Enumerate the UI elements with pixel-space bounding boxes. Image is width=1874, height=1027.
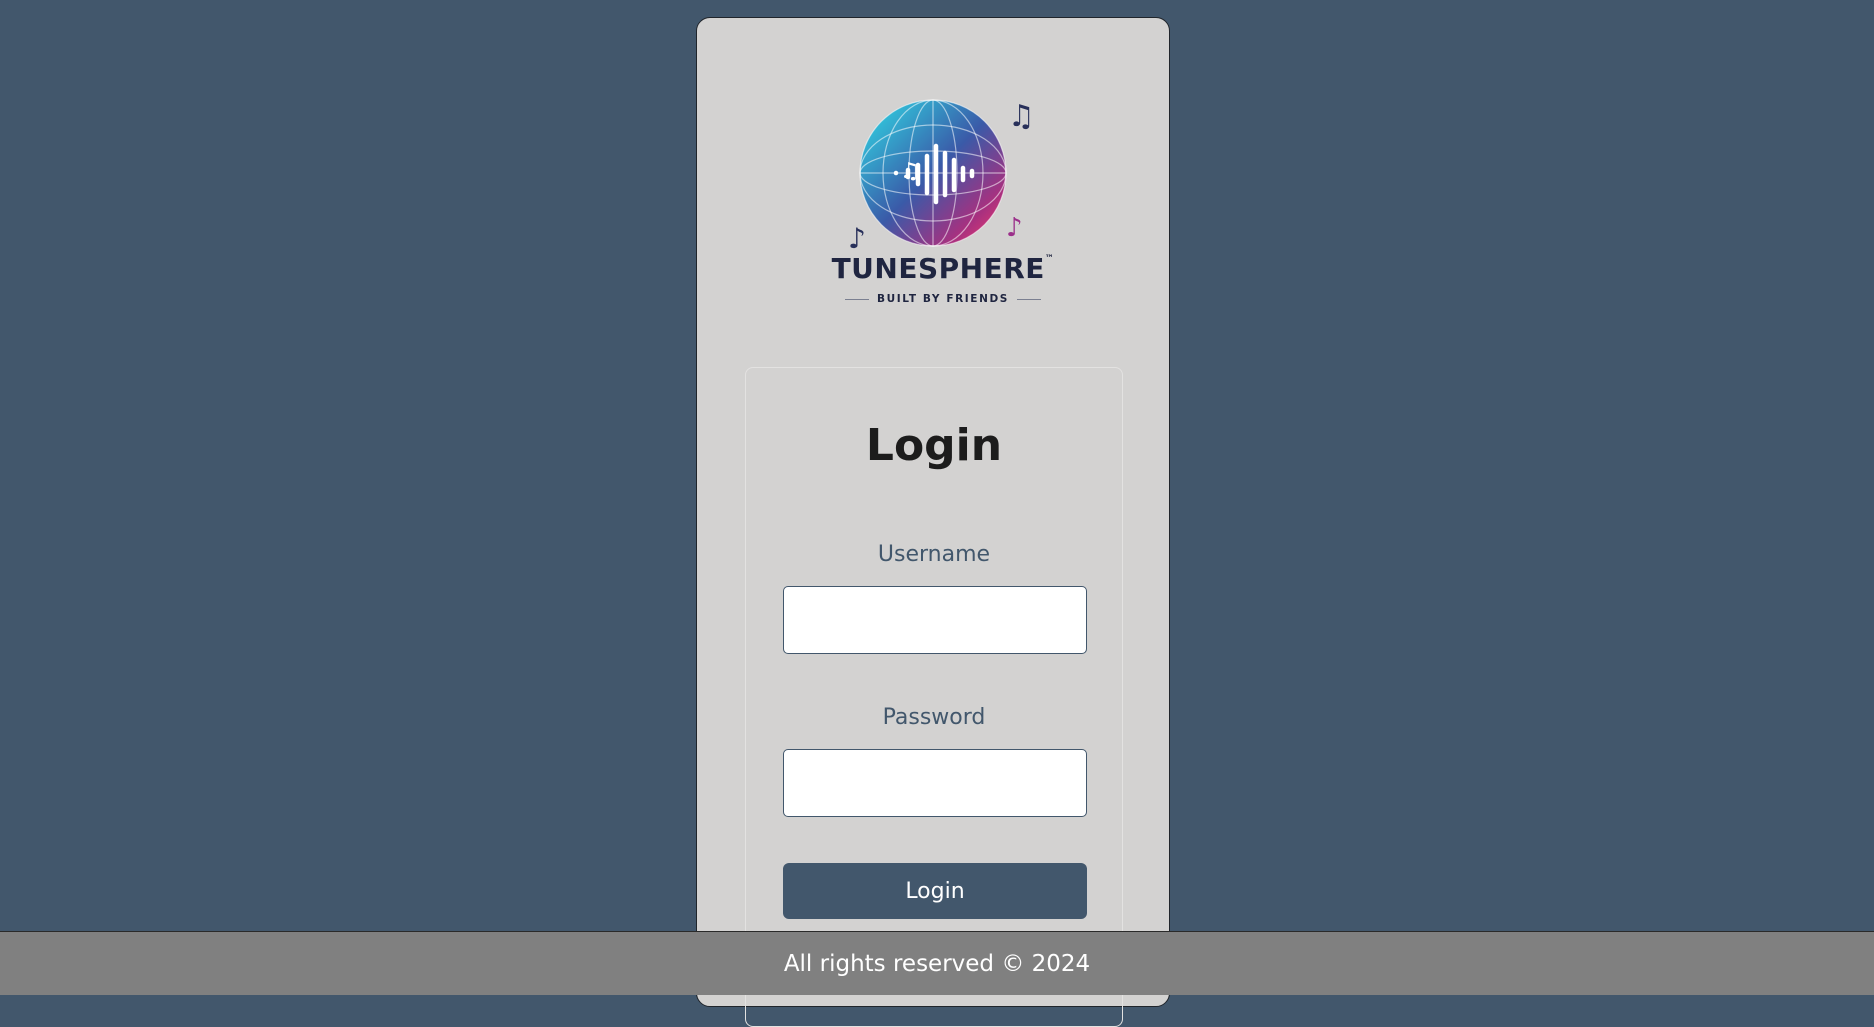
page-footer: All rights reserved © 2024 (0, 931, 1874, 995)
copyright-text: All rights reserved © 2024 (783, 950, 1091, 977)
brand-name: TUNESPHERE™ (831, 252, 1055, 285)
brand-logo: ♫ ♫ ♪ ♪ TUNESPHERE™ BUILT BY FRIENDS (828, 94, 1054, 324)
brand-tagline: BUILT BY FRIENDS (828, 293, 1058, 305)
music-globe-icon: ♫ ♫ ♪ ♪ (848, 99, 1035, 249)
login-title: Login (865, 420, 1003, 471)
svg-text:♫: ♫ (900, 159, 920, 184)
username-input[interactable] (783, 586, 1087, 654)
login-form: Login Username Password Login (745, 367, 1123, 1027)
svg-text:♫: ♫ (1008, 99, 1035, 134)
password-input[interactable] (783, 749, 1087, 817)
login-panel: ♫ ♫ ♪ ♪ TUNESPHERE™ BUILT BY FRIENDS Log… (696, 17, 1170, 1027)
svg-text:♪: ♪ (848, 222, 866, 249)
username-label: Username (877, 542, 991, 567)
svg-text:♪: ♪ (1006, 213, 1023, 243)
password-label: Password (882, 705, 986, 730)
login-button[interactable]: Login (783, 863, 1087, 919)
